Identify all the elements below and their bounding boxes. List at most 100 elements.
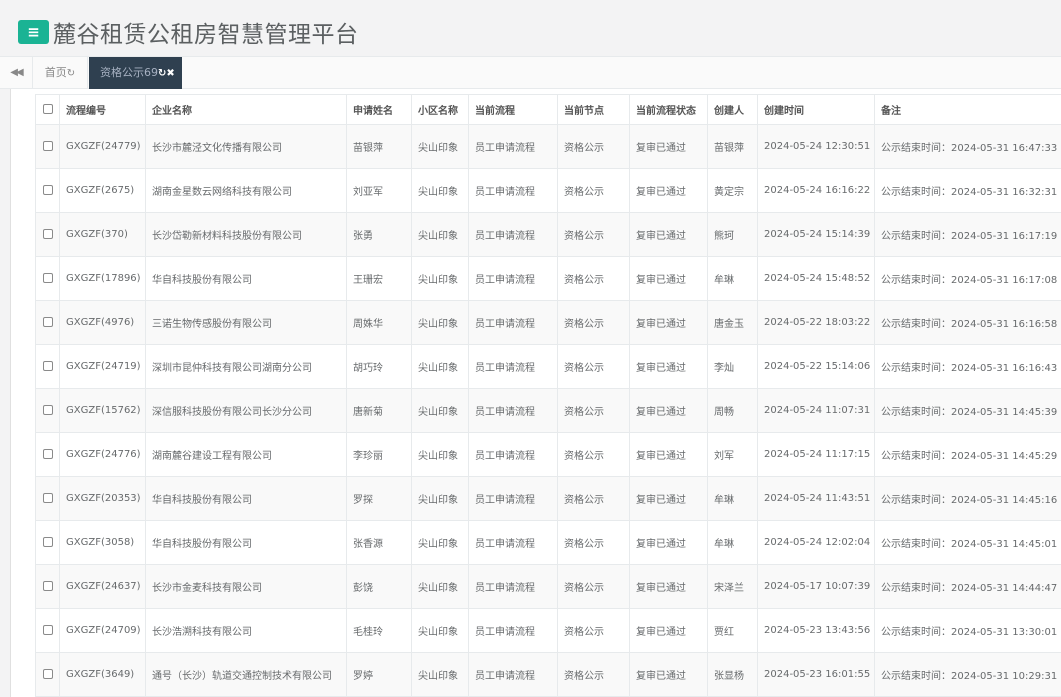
table-cell: GXGZF(3058) xyxy=(60,521,146,565)
table-row[interactable]: GXGZF(24779)长沙市麓泾文化传播有限公司苗银萍尖山印象员工申请流程资格… xyxy=(36,125,1061,169)
table-cell: 湖南金星数云网络科技有限公司 xyxy=(146,169,347,213)
content-panel: 流程编号 企业名称 申请姓名 小区名称 当前流程 当前节点 当前流程状态 创建人… xyxy=(10,89,1061,697)
table-cell: 罗探 xyxy=(347,477,412,521)
table-cell: 复审已通过 xyxy=(630,125,708,169)
table-cell: 张香源 xyxy=(347,521,412,565)
row-checkbox[interactable] xyxy=(43,537,53,547)
table-cell: 2024-05-24 12:02:04 xyxy=(758,521,875,565)
row-checkbox-cell[interactable] xyxy=(36,477,60,521)
table-row[interactable]: GXGZF(3649)通号（长沙）轨道交通控制技术有限公司罗婷尖山印象员工申请流… xyxy=(36,653,1061,697)
column-header[interactable]: 当前节点 xyxy=(558,95,630,125)
table-cell: 员工申请流程 xyxy=(469,257,558,301)
column-header[interactable]: 当前流程状态 xyxy=(630,95,708,125)
table-cell: GXGZF(17896) xyxy=(60,257,146,301)
select-all-checkbox[interactable] xyxy=(43,104,53,114)
row-checkbox[interactable] xyxy=(43,273,53,283)
table-cell: GXGZF(24776) xyxy=(60,433,146,477)
table-cell: 尖山印象 xyxy=(412,213,469,257)
table-cell: 唐新菊 xyxy=(347,389,412,433)
row-checkbox-cell[interactable] xyxy=(36,565,60,609)
row-checkbox-cell[interactable] xyxy=(36,301,60,345)
tab-bar: ◀◀ 首页↻ 资格公示69↻✖ xyxy=(0,57,1061,89)
table-cell: 公示结束时间：2024-05-31 16:17:08 xyxy=(875,257,1061,301)
table-cell: GXGZF(3649) xyxy=(60,653,146,697)
table-row[interactable]: GXGZF(24719)深圳市昆仲科技有限公司湖南分公司胡巧玲尖山印象员工申请流… xyxy=(36,345,1061,389)
column-header[interactable]: 创建人 xyxy=(708,95,758,125)
table-cell: 2024-05-24 16:16:22 xyxy=(758,169,875,213)
row-checkbox-cell[interactable] xyxy=(36,609,60,653)
row-checkbox[interactable] xyxy=(43,581,53,591)
table-cell: 资格公示 xyxy=(558,433,630,477)
table-cell: 尖山印象 xyxy=(412,257,469,301)
table-cell: 彭饶 xyxy=(347,565,412,609)
row-checkbox[interactable] xyxy=(43,449,53,459)
column-header[interactable]: 当前流程 xyxy=(469,95,558,125)
row-checkbox[interactable] xyxy=(43,493,53,503)
table-cell: 公示结束时间：2024-05-31 14:45:16 xyxy=(875,477,1061,521)
table-row[interactable]: GXGZF(370)长沙岱勒新材料科技股份有限公司张勇尖山印象员工申请流程资格公… xyxy=(36,213,1061,257)
row-checkbox[interactable] xyxy=(43,185,53,195)
table-cell: 尖山印象 xyxy=(412,521,469,565)
table-cell: 三诺生物传感股份有限公司 xyxy=(146,301,347,345)
table-row[interactable]: GXGZF(20353)华自科技股份有限公司罗探尖山印象员工申请流程资格公示复审… xyxy=(36,477,1061,521)
table-cell: 公示结束时间：2024-05-31 14:45:01 xyxy=(875,521,1061,565)
table-cell: 湖南麓谷建设工程有限公司 xyxy=(146,433,347,477)
tab-scroll-left-button[interactable]: ◀◀ xyxy=(0,57,33,89)
tab-home[interactable]: 首页↻ xyxy=(33,57,88,89)
row-checkbox-cell[interactable] xyxy=(36,345,60,389)
table-cell: 公示结束时间：2024-05-31 16:16:58 xyxy=(875,301,1061,345)
row-checkbox-cell[interactable] xyxy=(36,389,60,433)
table-cell: 王珊宏 xyxy=(347,257,412,301)
table-cell: 复审已通过 xyxy=(630,169,708,213)
column-header[interactable]: 流程编号 xyxy=(60,95,146,125)
table-row[interactable]: GXGZF(15762)深信服科技股份有限公司长沙分公司唐新菊尖山印象员工申请流… xyxy=(36,389,1061,433)
table-row[interactable]: GXGZF(2675)湖南金星数云网络科技有限公司刘亚军尖山印象员工申请流程资格… xyxy=(36,169,1061,213)
column-header[interactable]: 企业名称 xyxy=(146,95,347,125)
tab-qualification-notice[interactable]: 资格公示69↻✖ xyxy=(89,57,182,89)
table-cell: 尖山印象 xyxy=(412,609,469,653)
process-table: 流程编号 企业名称 申请姓名 小区名称 当前流程 当前节点 当前流程状态 创建人… xyxy=(35,94,1061,697)
table-cell: 员工申请流程 xyxy=(469,125,558,169)
table-cell: 员工申请流程 xyxy=(469,345,558,389)
table-cell: 胡巧玲 xyxy=(347,345,412,389)
table-row[interactable]: GXGZF(24637)长沙市金麦科技有限公司彭饶尖山印象员工申请流程资格公示复… xyxy=(36,565,1061,609)
menu-toggle-button[interactable]: ≡ xyxy=(18,20,49,44)
column-header[interactable]: 创建时间 xyxy=(758,95,875,125)
row-checkbox[interactable] xyxy=(43,669,53,679)
column-header[interactable]: 备注 xyxy=(875,95,1061,125)
row-checkbox-cell[interactable] xyxy=(36,257,60,301)
table-body: GXGZF(24779)长沙市麓泾文化传播有限公司苗银萍尖山印象员工申请流程资格… xyxy=(36,125,1061,697)
row-checkbox-cell[interactable] xyxy=(36,169,60,213)
table-cell: 李灿 xyxy=(708,345,758,389)
table-cell: 周姝华 xyxy=(347,301,412,345)
close-icon[interactable]: ✖ xyxy=(166,68,174,79)
refresh-icon[interactable]: ↻ xyxy=(67,68,75,79)
table-cell: GXGZF(24719) xyxy=(60,345,146,389)
column-header[interactable]: 申请姓名 xyxy=(347,95,412,125)
table-cell: 2024-05-24 11:07:31 xyxy=(758,389,875,433)
table-row[interactable]: GXGZF(4976)三诺生物传感股份有限公司周姝华尖山印象员工申请流程资格公示… xyxy=(36,301,1061,345)
table-row[interactable]: GXGZF(17896)华自科技股份有限公司王珊宏尖山印象员工申请流程资格公示复… xyxy=(36,257,1061,301)
row-checkbox[interactable] xyxy=(43,625,53,635)
table-cell: 长沙市金麦科技有限公司 xyxy=(146,565,347,609)
row-checkbox[interactable] xyxy=(43,141,53,151)
row-checkbox-cell[interactable] xyxy=(36,213,60,257)
table-cell: 尖山印象 xyxy=(412,301,469,345)
table-row[interactable]: GXGZF(24776)湖南麓谷建设工程有限公司李珍丽尖山印象员工申请流程资格公… xyxy=(36,433,1061,477)
table-cell: GXGZF(370) xyxy=(60,213,146,257)
row-checkbox[interactable] xyxy=(43,405,53,415)
row-checkbox[interactable] xyxy=(43,229,53,239)
row-checkbox-cell[interactable] xyxy=(36,125,60,169)
row-checkbox[interactable] xyxy=(43,317,53,327)
table-cell: 复审已通过 xyxy=(630,565,708,609)
row-checkbox[interactable] xyxy=(43,361,53,371)
column-header[interactable]: 小区名称 xyxy=(412,95,469,125)
row-checkbox-cell[interactable] xyxy=(36,521,60,565)
select-all-checkbox-cell[interactable] xyxy=(36,95,60,125)
table-row[interactable]: GXGZF(24709)长沙浩溯科技有限公司毛桂玲尖山印象员工申请流程资格公示复… xyxy=(36,609,1061,653)
row-checkbox-cell[interactable] xyxy=(36,433,60,477)
row-checkbox-cell[interactable] xyxy=(36,653,60,697)
table-cell: 尖山印象 xyxy=(412,565,469,609)
table-row[interactable]: GXGZF(3058)华自科技股份有限公司张香源尖山印象员工申请流程资格公示复审… xyxy=(36,521,1061,565)
table-cell: GXGZF(4976) xyxy=(60,301,146,345)
